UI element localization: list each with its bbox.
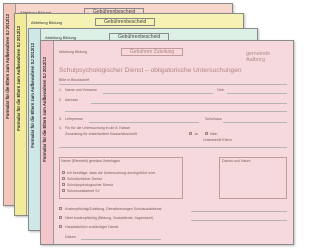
rule xyxy=(65,111,287,112)
rule xyxy=(59,84,287,85)
check-label: Schulpsychologischer Dienst xyxy=(67,183,113,187)
check-label: Schulsozialarbeit SJ xyxy=(67,189,100,193)
footer-check[interactable] xyxy=(59,225,62,228)
side-text: Formular für die Eltern zum Aufbewahren … xyxy=(16,26,21,131)
check-label: Schulärztlicher Dienst xyxy=(67,177,102,181)
field-right: Schulhaus xyxy=(205,117,222,121)
footer-line: Kostenpflichtig/Zuteilung, Dienstleistun… xyxy=(65,207,162,211)
check-label: Ich bestätige, dass die Untersuchung dur… xyxy=(67,171,155,175)
footer-line: Nicht kostenpflichtig (Bildung, Sozialdi… xyxy=(65,216,154,220)
field-label: Adresse xyxy=(65,98,79,102)
parents-signature: Unterschrift Eltern xyxy=(203,138,232,142)
field-line[interactable] xyxy=(103,93,213,94)
dept-label: Abteilung Bildung xyxy=(31,20,63,25)
yes-label: Ja xyxy=(194,132,198,136)
side-text: Formular für die Eltern zum Aufbewahren … xyxy=(42,57,47,162)
no-label: Nein xyxy=(210,132,218,136)
check-box[interactable] xyxy=(62,177,65,180)
field-num: 1. xyxy=(59,88,62,92)
footer-check[interactable] xyxy=(59,207,62,210)
rule xyxy=(59,147,287,148)
field-label: Lehrperson xyxy=(65,117,84,121)
footer-line: Hauptsächlich zuständiger Dienst xyxy=(65,225,119,229)
field-num: 3. xyxy=(59,117,62,121)
stamp: Gebühren Zuteilung xyxy=(121,48,184,56)
footer-check[interactable] xyxy=(59,216,62,219)
check-box[interactable] xyxy=(62,171,65,174)
box-left-label: Name (Elternteil) gemäss Unterlagen xyxy=(61,159,121,163)
box-right-label: Datum und Visum xyxy=(222,159,251,163)
field-label: Name und Vorname xyxy=(65,88,97,92)
field-label: Für für die Untersuchung in die 8. Klass… xyxy=(65,126,131,130)
field-line[interactable] xyxy=(81,239,161,240)
front-sheet: Formular für die Eltern zum Aufbewahren … xyxy=(40,40,294,245)
form-subtitle: Bitte in Blockschrift xyxy=(59,78,90,82)
date-box[interactable] xyxy=(219,157,287,199)
check-box[interactable] xyxy=(62,183,65,186)
logo: gemeinde Aalborg xyxy=(246,51,271,63)
field-line[interactable] xyxy=(89,122,199,123)
side-strip: Formular für die Eltern zum Aufbewahren … xyxy=(15,14,27,215)
dept-label: Abteilung Bildung xyxy=(59,50,87,54)
field-num: 2. xyxy=(59,98,62,102)
form-title: Schulpsychologischer Dienst – obligatori… xyxy=(59,67,242,74)
footer-date: Datum xyxy=(65,235,76,239)
side-strip: Formular für die Eltern zum Aufbewahren … xyxy=(41,41,54,244)
field-line[interactable] xyxy=(191,211,287,212)
field-line[interactable] xyxy=(91,103,287,104)
side-text: Formular für die Eltern zum Aufbewahren … xyxy=(30,43,35,148)
document-stack: Formular für die Eltern zum Aufbewahren … xyxy=(0,0,297,248)
checkbox-yes[interactable] xyxy=(189,132,192,135)
field-right: Geb. xyxy=(217,88,225,92)
field-line[interactable] xyxy=(227,93,287,94)
field-line[interactable] xyxy=(223,122,287,123)
check-box[interactable] xyxy=(62,189,65,192)
checkbox-no[interactable] xyxy=(205,132,208,135)
field-line[interactable] xyxy=(191,220,287,221)
field-num: 4. xyxy=(59,126,62,130)
side-text: Formular für die Eltern zum Aufbewahren … xyxy=(5,14,10,119)
field-sub: Zuweisung für erste/weitere Klasse/Absch… xyxy=(65,132,137,136)
stamp: Gebührenbescheid xyxy=(95,18,156,26)
